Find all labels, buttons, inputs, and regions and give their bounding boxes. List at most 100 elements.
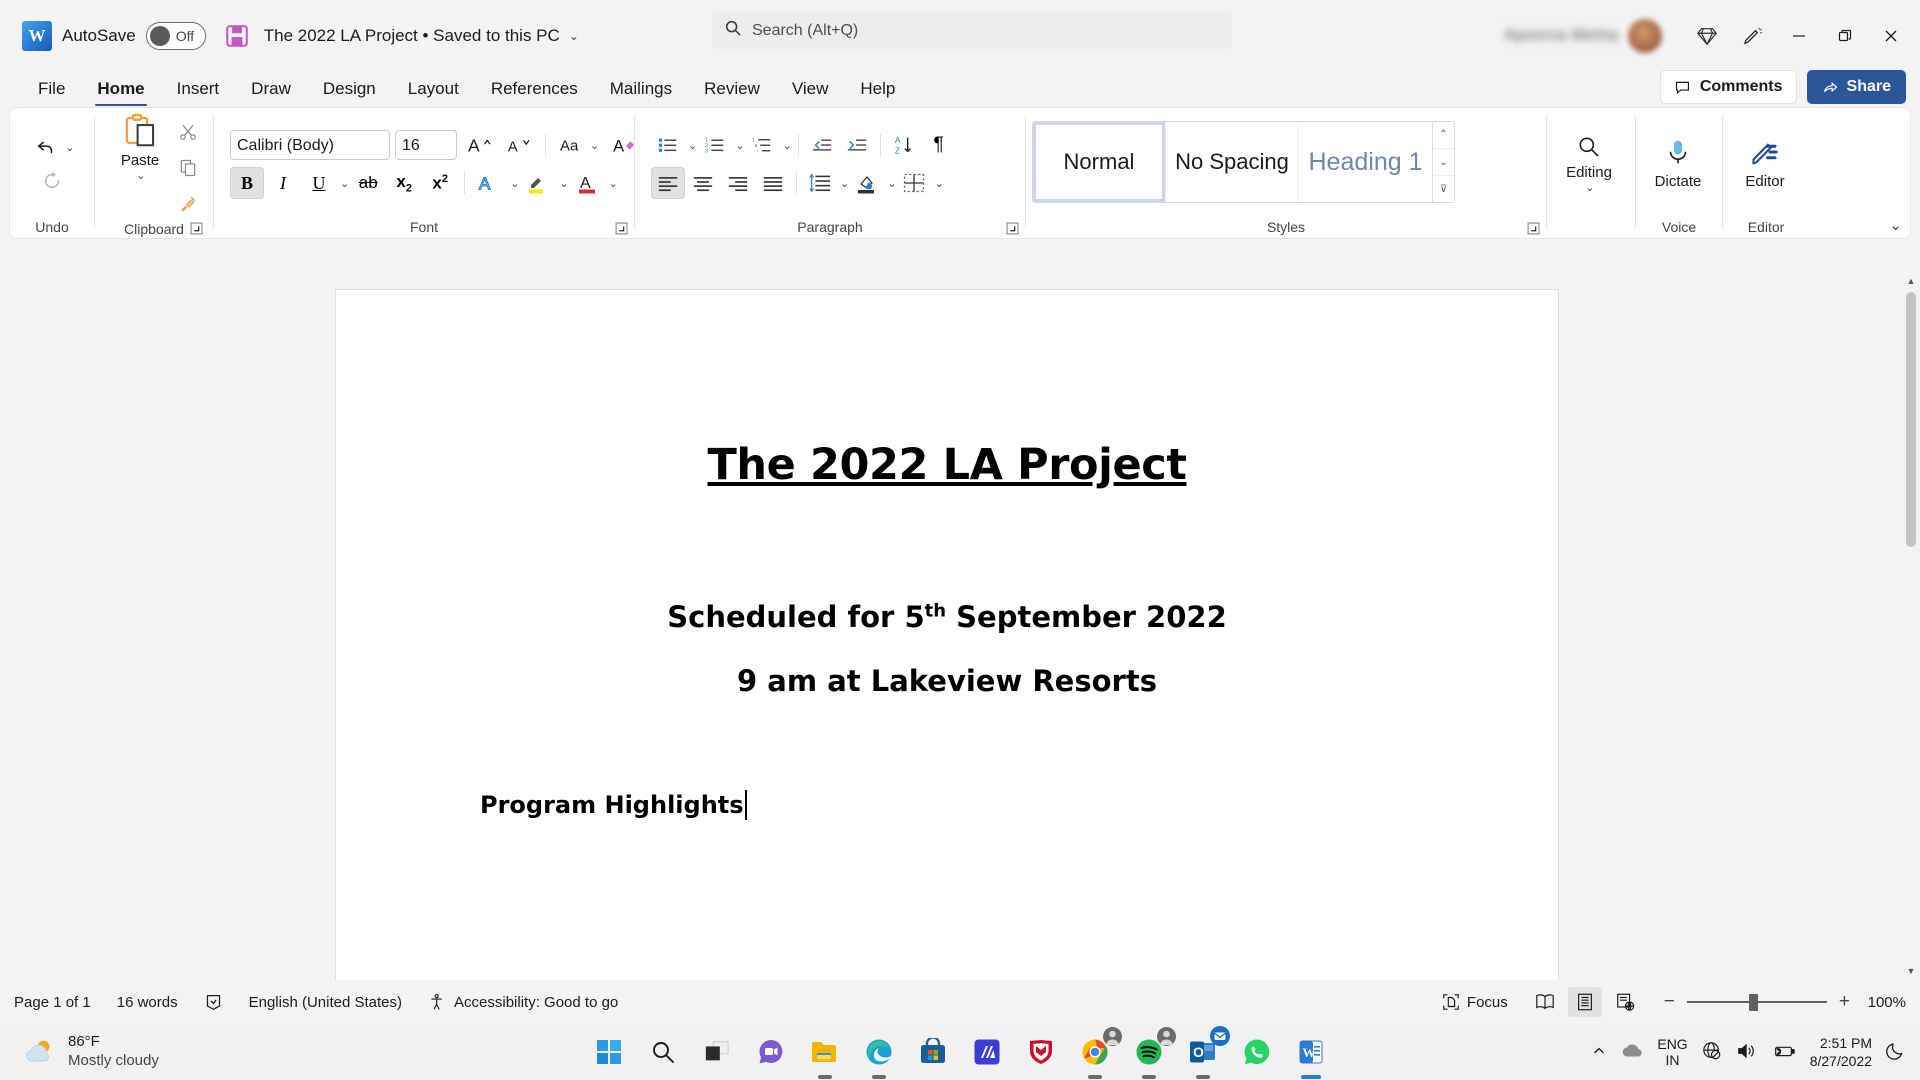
styles-more[interactable]: ⊽ — [1433, 176, 1454, 203]
document-page[interactable]: The 2022 LA Project Scheduled for 5th Se… — [336, 290, 1558, 980]
search-input[interactable] — [752, 22, 1220, 40]
tab-draw[interactable]: Draw — [235, 79, 307, 106]
zoom-slider[interactable] — [1687, 994, 1827, 1010]
increase-indent-button[interactable] — [840, 129, 874, 161]
microsoft-word-button[interactable]: W — [1291, 1032, 1331, 1072]
tab-view[interactable]: View — [776, 79, 845, 106]
font-dialog-launcher[interactable] — [615, 222, 628, 235]
styles-scroll-controls[interactable]: ⌃ ⌄ ⊽ — [1432, 121, 1454, 203]
onedrive-cloud-icon[interactable] — [1621, 1043, 1643, 1062]
numbering-chevron-icon[interactable]: ⌄ — [735, 139, 744, 152]
superscript-button[interactable]: x2 — [423, 167, 457, 199]
font-color-button[interactable]: A — [571, 167, 605, 199]
font-name-select[interactable]: Calibri (Body)Calibri LightArialTimes Ne… — [230, 130, 390, 160]
whatsapp-button[interactable] — [1237, 1032, 1277, 1072]
borders-button[interactable] — [897, 167, 931, 199]
share-button[interactable]: Share — [1807, 70, 1906, 104]
line-spacing-button[interactable] — [803, 167, 837, 199]
taskbar-search-button[interactable] — [643, 1032, 683, 1072]
align-right-button[interactable] — [721, 167, 755, 199]
styles-scroll-up[interactable]: ⌃ — [1433, 121, 1454, 149]
align-center-button[interactable] — [686, 167, 720, 199]
proofing-status[interactable] — [204, 993, 223, 1012]
clipboard-dialog-launcher[interactable] — [190, 222, 203, 235]
network-globe-icon[interactable] — [1702, 1041, 1722, 1064]
editing-chevron-icon[interactable]: ⌄ — [1585, 181, 1594, 194]
microsoft-store-button[interactable] — [913, 1032, 953, 1072]
style-heading-1[interactable]: Heading 1 — [1299, 122, 1432, 202]
bullets-chevron-icon[interactable]: ⌄ — [688, 139, 697, 152]
numbering-button[interactable]: 1 2 3 — [698, 129, 732, 161]
tab-review[interactable]: Review — [688, 79, 776, 106]
text-effects-chevron-icon[interactable]: ⌄ — [510, 177, 519, 190]
undo-button[interactable] — [29, 131, 63, 163]
comments-button[interactable]: Comments — [1660, 70, 1797, 104]
zoom-level[interactable]: 100% — [1856, 994, 1906, 1011]
vertical-scrollbar[interactable]: ▲ ▼ — [1902, 272, 1920, 980]
save-disk-icon[interactable] — [224, 23, 250, 49]
styles-gallery[interactable]: Normal No Spacing Heading 1 ⌃ ⌄ ⊽ — [1032, 121, 1455, 203]
redo-button[interactable] — [35, 165, 69, 197]
close-button[interactable] — [1868, 13, 1914, 59]
cut-button[interactable] — [171, 116, 205, 148]
battery-saver-icon[interactable] — [1772, 1042, 1796, 1063]
focus-button[interactable]: Focus — [1442, 993, 1508, 1011]
accessibility-status[interactable]: Accessibility: Good to go — [428, 993, 618, 1012]
align-left-button[interactable] — [651, 167, 685, 199]
clock[interactable]: 2:51 PM 8/27/2022 — [1810, 1034, 1872, 1070]
text-effects-button[interactable]: A — [472, 167, 506, 199]
google-chrome-button[interactable] — [1075, 1032, 1115, 1072]
tab-mailings[interactable]: Mailings — [594, 79, 688, 106]
shading-chevron-icon[interactable]: ⌄ — [887, 177, 896, 190]
undo-dropdown-chevron[interactable]: ⌄ — [65, 141, 74, 154]
task-view-button[interactable] — [697, 1032, 737, 1072]
start-button[interactable] — [589, 1032, 629, 1072]
spotify-button[interactable] — [1129, 1032, 1169, 1072]
restore-button[interactable] — [1822, 13, 1868, 59]
format-painter-button[interactable] — [171, 188, 205, 220]
microsoft-edge-button[interactable] — [859, 1032, 899, 1072]
show-hidden-icons-chevron[interactable] — [1591, 1043, 1607, 1062]
bold-button[interactable]: B — [230, 167, 264, 199]
autosave-toggle[interactable]: Off — [146, 22, 206, 50]
tab-insert[interactable]: Insert — [161, 79, 236, 106]
file-explorer-button[interactable] — [805, 1032, 845, 1072]
outlook-button[interactable]: O — [1183, 1032, 1223, 1072]
underline-chevron-icon[interactable]: ⌄ — [340, 177, 349, 190]
line-spacing-chevron-icon[interactable]: ⌄ — [840, 177, 849, 190]
shrink-font-button[interactable]: A — [501, 129, 535, 161]
tab-design[interactable]: Design — [307, 79, 392, 106]
paste-button[interactable]: Paste ⌄ — [109, 112, 171, 182]
document-title[interactable]: The 2022 LA Project • Saved to this PC — [264, 26, 560, 46]
tab-home[interactable]: Home — [81, 79, 160, 106]
underline-button[interactable]: U — [302, 167, 336, 199]
print-layout-button[interactable] — [1568, 987, 1602, 1017]
scrollbar-thumb[interactable] — [1906, 292, 1916, 547]
highlight-chevron-icon[interactable]: ⌄ — [559, 177, 568, 190]
italic-button[interactable]: I — [266, 167, 300, 199]
tab-help[interactable]: Help — [844, 79, 911, 106]
tab-file[interactable]: File — [22, 79, 81, 106]
teams-chat-button[interactable] — [751, 1032, 791, 1072]
read-mode-button[interactable] — [1528, 987, 1562, 1017]
font-size-select[interactable]: 89101112141618202428364872 — [395, 130, 457, 160]
moon-do-not-disturb-icon[interactable] — [1886, 1041, 1906, 1064]
strikethrough-button[interactable]: ab — [351, 167, 385, 199]
shading-button[interactable] — [850, 167, 884, 199]
styles-scroll-down[interactable]: ⌄ — [1433, 149, 1454, 177]
diamond-icon[interactable] — [1684, 13, 1730, 59]
mcafee-button[interactable] — [1021, 1032, 1061, 1072]
editing-button[interactable]: Editing ⌄ — [1547, 108, 1631, 216]
word-count[interactable]: 16 words — [117, 994, 178, 1011]
decrease-indent-button[interactable] — [805, 129, 839, 161]
page-indicator[interactable]: Page 1 of 1 — [14, 994, 91, 1011]
scroll-down-arrow[interactable]: ▼ — [1902, 962, 1920, 980]
highlight-color-button[interactable] — [521, 167, 555, 199]
styles-dialog-launcher[interactable] — [1527, 222, 1540, 235]
zoom-out-button[interactable]: − — [1664, 991, 1675, 1013]
search-box[interactable] — [712, 12, 1232, 49]
tab-layout[interactable]: Layout — [392, 79, 475, 106]
sort-button[interactable]: A Z — [887, 129, 921, 161]
copy-button[interactable] — [171, 152, 205, 184]
minimize-button[interactable] — [1776, 13, 1822, 59]
